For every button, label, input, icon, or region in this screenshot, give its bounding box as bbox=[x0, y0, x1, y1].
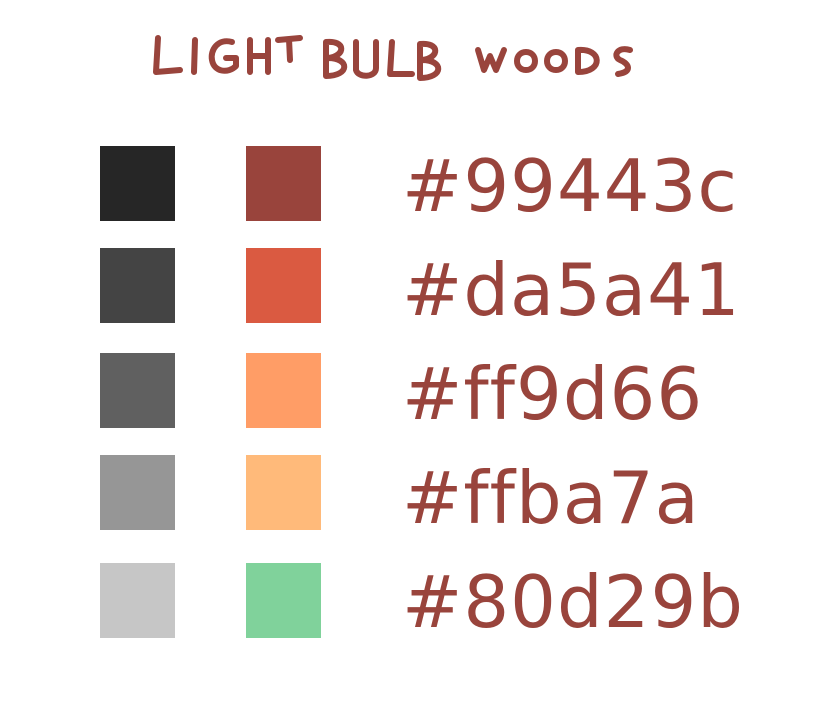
gray-swatch-5 bbox=[100, 563, 175, 638]
hex-label-5: #80d29b bbox=[402, 560, 744, 644]
color-swatch-3 bbox=[246, 353, 321, 428]
hex-label-2: #da5a41 bbox=[402, 248, 741, 332]
color-swatch-2 bbox=[246, 248, 321, 323]
gray-swatch-3 bbox=[100, 353, 175, 428]
hex-label-1: #99443c bbox=[402, 144, 738, 228]
hex-label-3: #ff9d66 bbox=[402, 352, 704, 436]
gray-swatch-4 bbox=[100, 455, 175, 530]
hex-label-4: #ffba7a bbox=[402, 456, 700, 540]
gray-swatch-1 bbox=[100, 146, 175, 221]
color-swatch-1 bbox=[246, 146, 321, 221]
color-swatch-4 bbox=[246, 455, 321, 530]
gray-swatch-2 bbox=[100, 248, 175, 323]
color-swatch-5 bbox=[246, 563, 321, 638]
handwritten-title bbox=[150, 28, 660, 88]
